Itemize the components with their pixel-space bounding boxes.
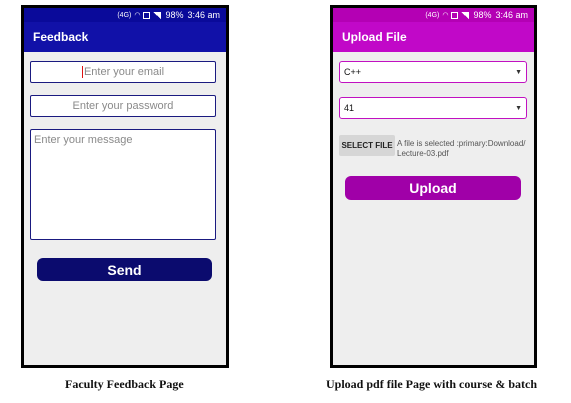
upload-label: Upload (409, 180, 457, 196)
email-field[interactable]: Enter your email (30, 61, 216, 83)
right-caption: Upload pdf file Page with course & batch (326, 377, 537, 391)
volte-icon: (4G) (425, 11, 440, 19)
sim-icon (451, 11, 459, 19)
send-label: Send (107, 261, 142, 278)
status-bar: (4G) ◠ 98% 3:46 am (24, 8, 226, 22)
wifi-icon: ◠ (134, 12, 141, 19)
upload-screen: (4G) ◠ 98% 3:46 am Upload File C++ ▼ 41 … (333, 8, 534, 365)
clock-time: 3:46 am (187, 10, 220, 20)
feedback-phone: (4G) ◠ 98% 3:46 am Feedback Enter your e… (21, 5, 229, 368)
dropdown-arrow-icon: ▼ (515, 104, 522, 112)
clock-time: 3:46 am (495, 10, 528, 20)
send-button[interactable]: Send (37, 258, 212, 281)
feedback-screen: (4G) ◠ 98% 3:46 am Feedback Enter your e… (24, 8, 226, 365)
app-toolbar: Feedback (24, 22, 226, 52)
password-placeholder: Enter your password (72, 100, 174, 112)
sim-icon (143, 11, 151, 19)
left-caption: Faculty Feedback Page (65, 377, 184, 391)
status-bar: (4G) ◠ 98% 3:46 am (333, 8, 534, 22)
upload-phone: (4G) ◠ 98% 3:46 am Upload File C++ ▼ 41 … (330, 5, 537, 368)
batch-select[interactable]: 41 ▼ (339, 97, 527, 119)
dropdown-arrow-icon: ▼ (515, 68, 522, 76)
message-field[interactable]: Enter your message (30, 129, 216, 240)
password-field[interactable]: Enter your password (30, 95, 216, 117)
text-cursor (81, 66, 83, 78)
battery-percent: 98% (473, 10, 492, 20)
battery-percent: 98% (165, 10, 184, 20)
wifi-icon: ◠ (442, 12, 449, 19)
app-toolbar: Upload File (333, 22, 534, 52)
message-placeholder: Enter your message (34, 134, 133, 146)
signal-icon (461, 11, 470, 19)
file-status-text: A file is selected :primary:Download/ Le… (397, 139, 526, 158)
volte-icon: (4G) (117, 11, 132, 19)
select-file-button[interactable]: SELECT FILE (339, 135, 395, 156)
email-placeholder: Enter your email (83, 66, 165, 78)
upload-button[interactable]: Upload (345, 176, 521, 200)
course-value: C++ (344, 67, 362, 77)
batch-value: 41 (344, 103, 355, 113)
course-select[interactable]: C++ ▼ (339, 61, 527, 83)
toolbar-title: Feedback (33, 30, 89, 44)
toolbar-title: Upload File (342, 30, 407, 44)
select-file-label: SELECT FILE (341, 141, 393, 150)
signal-icon (153, 11, 162, 19)
